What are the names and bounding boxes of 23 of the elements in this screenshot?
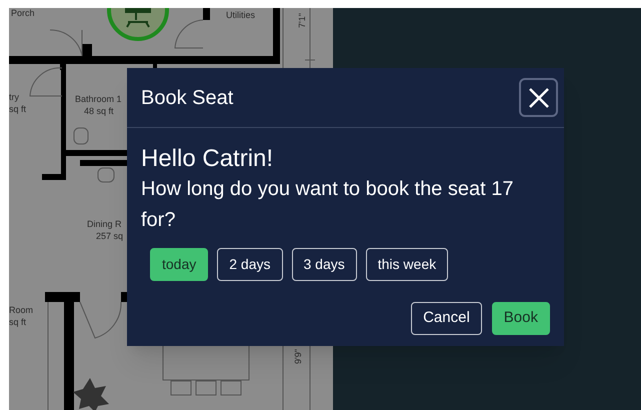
greeting: Hello Catrin! xyxy=(141,144,274,174)
close-icon xyxy=(528,86,550,108)
room-label: sq ft xyxy=(9,317,26,328)
duration-option[interactable]: this week xyxy=(366,248,448,281)
room-label: Bathroom 1 xyxy=(75,94,122,105)
close-button[interactable] xyxy=(519,78,558,117)
room-label: 257 sq xyxy=(96,231,124,242)
room-label: sq ft xyxy=(9,104,26,115)
question-text: How long do you want to book the seat 17 for? xyxy=(141,177,514,233)
room-label: Utilities xyxy=(226,10,256,21)
room-label: 9'9" xyxy=(293,349,304,364)
room-label: Room xyxy=(9,305,34,316)
duration-option[interactable]: today xyxy=(150,248,208,281)
book-button[interactable]: Book xyxy=(492,302,550,335)
cancel-button[interactable]: Cancel xyxy=(411,302,482,335)
duration-option[interactable]: 3 days xyxy=(292,248,357,281)
room-label: try xyxy=(9,92,19,103)
room-label: Porch xyxy=(11,8,35,19)
room-label: 48 sq ft xyxy=(84,106,114,117)
room-label: Dining R xyxy=(87,219,122,230)
duration-option[interactable]: 2 days xyxy=(217,248,282,281)
dialog-title: Book Seat xyxy=(141,86,234,110)
room-label: 7'1" xyxy=(297,13,308,28)
